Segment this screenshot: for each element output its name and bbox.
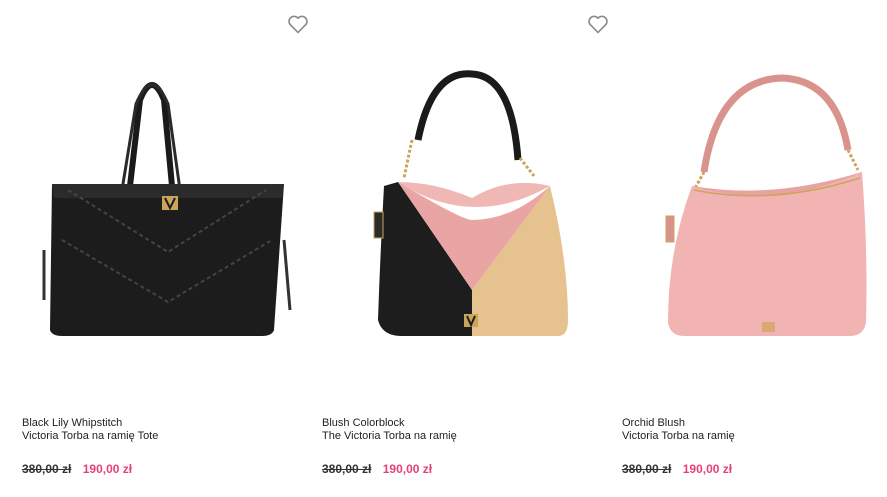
product-subtitle[interactable]: The Victoria Torba na ramię [322,430,457,443]
product-name[interactable]: Black Lily Whipstitch [22,417,122,430]
sale-price: 190,00 zł [382,462,433,476]
price-block: 380,00 zł 190,00 zł [622,462,732,476]
product-grid: Black Lily Whipstitch Victoria Torba na … [0,0,887,497]
old-price: 380,00 zł [622,462,672,476]
price-block: 380,00 zł 190,00 zł [22,462,132,476]
product-image[interactable] [622,40,887,370]
product-card[interactable]: Black Lily Whipstitch Victoria Torba na … [0,0,308,497]
product-name[interactable]: Blush Colorblock [322,417,405,430]
product-card[interactable]: Orchid Blush Victoria Torba na ramię 380… [600,0,887,497]
price-block: 380,00 zł 190,00 zł [322,462,432,476]
sale-price: 190,00 zł [82,462,133,476]
product-subtitle[interactable]: Victoria Torba na ramię [622,430,735,443]
product-image[interactable] [322,40,592,370]
sale-price: 190,00 zł [682,462,733,476]
product-subtitle[interactable]: Victoria Torba na ramię Tote [22,430,158,443]
product-image[interactable] [22,40,292,370]
product-name[interactable]: Orchid Blush [622,417,685,430]
old-price: 380,00 zł [22,462,72,476]
old-price: 380,00 zł [322,462,372,476]
product-card[interactable]: Blush Colorblock The Victoria Torba na r… [300,0,608,497]
